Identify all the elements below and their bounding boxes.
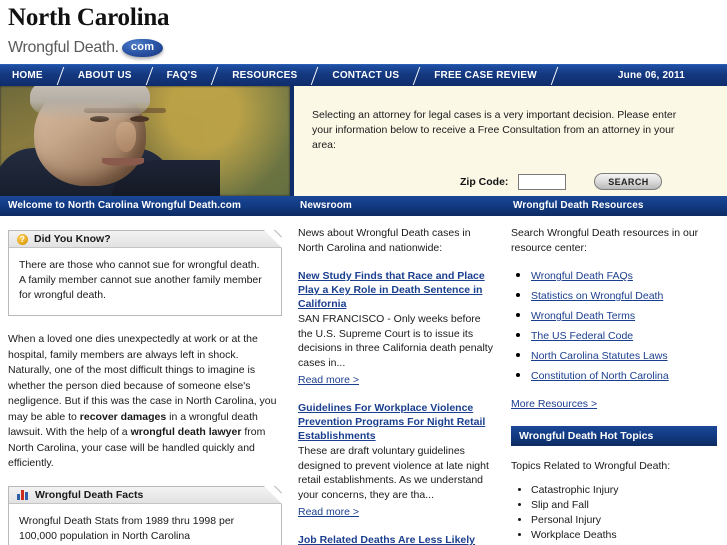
wrongful-death-facts-box: Wrongful Death Facts Wrongful Death Stat…: [8, 485, 282, 545]
consultation-panel: Selecting an attorney for legal cases is…: [290, 86, 727, 196]
section-title-newsroom: Newsroom: [300, 200, 352, 211]
did-you-know-header: ? Did You Know?: [9, 231, 281, 248]
news-title-link[interactable]: Guidelines For Workplace Violence Preven…: [298, 401, 493, 443]
read-more-link[interactable]: Read more >: [298, 374, 359, 386]
nav-separator-icon: [55, 65, 66, 87]
news-item: Job Related Deaths Are Less Likely For W…: [298, 533, 493, 545]
newsroom-intro: News about Wrongful Death cases in North…: [298, 227, 471, 254]
list-item[interactable]: Catastrophic Injury: [531, 484, 717, 496]
news-title-link[interactable]: New Study Finds that Race and Place Play…: [298, 269, 493, 311]
nav-separator-icon: [209, 65, 220, 87]
com-badge: com: [121, 39, 164, 57]
nav-separator-icon: [144, 65, 155, 87]
question-mark-icon: ?: [17, 233, 28, 245]
photo-person-hair: [30, 86, 150, 122]
site-subtitle-text: Wrongful Death.: [8, 39, 119, 56]
consultation-intro: Selecting an attorney for legal cases is…: [312, 109, 677, 151]
did-you-know-box: ? Did You Know? There are those who cann…: [8, 230, 282, 316]
did-you-know-body: There are those who cannot sue for wrong…: [9, 248, 281, 315]
column-left: ? Did You Know? There are those who cann…: [0, 226, 292, 545]
section-title-welcome: Welcome to North Carolina Wrongful Death…: [8, 200, 241, 211]
column-resources: Search Wrongful Death resources in our r…: [505, 226, 727, 545]
nav-separator-icon: [309, 65, 320, 87]
nav-item-resources[interactable]: RESOURCES: [220, 65, 309, 87]
welcome-text-bold-damages: recover damages: [79, 410, 167, 423]
welcome-text-a: When a loved one dies unexpectedly at wo…: [8, 333, 277, 423]
did-you-know-title: Did You Know?: [34, 233, 111, 245]
photo-person-mouth: [102, 158, 144, 166]
facts-box-body: Wrongful Death Stats from 1989 thru 1998…: [19, 514, 235, 542]
folded-corner-icon: [264, 485, 282, 504]
zip-code-input[interactable]: [518, 173, 567, 190]
more-resources-link[interactable]: More Resources >: [511, 398, 597, 410]
hero-section: Selecting an attorney for legal cases is…: [0, 86, 727, 196]
nav-item-faqs[interactable]: FAQ'S: [155, 65, 210, 87]
read-more-link[interactable]: Read more >: [298, 506, 359, 518]
section-title-resources: Wrongful Death Resources: [513, 200, 644, 211]
resource-link-federal-code[interactable]: The US Federal Code: [531, 330, 633, 342]
current-date: June 06, 2011: [617, 70, 685, 81]
facts-box-inner: Wrongful Death Facts Wrongful Death Stat…: [8, 485, 282, 545]
list-item[interactable]: Slip and Fall: [531, 499, 717, 511]
nav-item-home[interactable]: HOME: [0, 65, 55, 87]
section-header-bar: Welcome to North Carolina Wrongful Death…: [0, 196, 727, 216]
news-title-link[interactable]: Job Related Deaths Are Less Likely For W…: [298, 533, 493, 545]
news-item: Guidelines For Workplace Violence Preven…: [298, 401, 493, 520]
zip-search-form: Zip Code: SEARCH: [312, 173, 707, 190]
bar-chart-icon: [17, 489, 29, 500]
resource-links-list: Wrongful Death FAQs Statistics on Wrongf…: [511, 266, 717, 384]
did-you-know-line1: There are those who cannot sue for wrong…: [19, 259, 260, 271]
search-button[interactable]: SEARCH: [594, 173, 663, 190]
resources-intro: Search Wrongful Death resources in our r…: [511, 227, 699, 254]
photo-person-nose: [116, 122, 136, 152]
zip-code-label: Zip Code:: [460, 175, 509, 188]
list-item[interactable]: Personal Injury: [531, 514, 717, 526]
resource-link-constitution[interactable]: Constitution of North Carolina: [531, 370, 669, 382]
list-item: The US Federal Code: [531, 326, 717, 344]
hot-topics-header: Wrongful Death Hot Topics: [511, 426, 717, 446]
hero-photo: [0, 86, 290, 196]
nav-item-about-us[interactable]: ABOUT US: [66, 65, 144, 87]
facts-box-header: Wrongful Death Facts: [9, 486, 281, 504]
news-item: New Study Finds that Race and Place Play…: [298, 269, 493, 388]
did-you-know-line2: A family member cannot sue another famil…: [19, 274, 262, 301]
welcome-paragraph: When a loved one dies unexpectedly at wo…: [8, 332, 282, 472]
hot-topics-intro: Topics Related to Wrongful Death:: [511, 460, 671, 472]
resource-link-statistics[interactable]: Statistics on Wrongful Death: [531, 290, 663, 302]
facts-box-title: Wrongful Death Facts: [35, 488, 144, 501]
list-item: Statistics on Wrongful Death: [531, 286, 717, 304]
main-navigation: HOME ABOUT US FAQ'S RESOURCES CONTACT US…: [0, 64, 727, 86]
news-summary: These are draft voluntary guidelines des…: [298, 445, 489, 501]
did-you-know-inner: ? Did You Know? There are those who cann…: [8, 230, 282, 316]
list-item: Wrongful Death Terms: [531, 306, 717, 324]
welcome-text-bold-lawyer: wrongful death lawyer: [130, 426, 242, 438]
site-subtitle: Wrongful Death. com: [8, 35, 727, 61]
list-item: Wrongful Death FAQs: [531, 266, 717, 284]
list-item: Constitution of North Carolina: [531, 366, 717, 384]
resource-link-terms[interactable]: Wrongful Death Terms: [531, 310, 635, 322]
column-newsroom: News about Wrongful Death cases in North…: [292, 226, 505, 545]
resource-link-statutes[interactable]: North Carolina Statutes Laws: [531, 350, 668, 362]
resource-link-faqs[interactable]: Wrongful Death FAQs: [531, 270, 633, 282]
page-root: North Carolina Wrongful Death. com HOME …: [0, 0, 727, 545]
site-title: North Carolina: [8, 4, 170, 31]
news-summary: SAN FRANCISCO - Only weeks before the U.…: [298, 313, 493, 369]
list-item[interactable]: Workplace Deaths: [531, 529, 717, 541]
hot-topics-list: Catastrophic Injury Slip and Fall Person…: [511, 484, 717, 545]
masthead: North Carolina Wrongful Death. com: [0, 0, 727, 64]
folded-corner-icon: [264, 230, 282, 248]
list-item: North Carolina Statutes Laws: [531, 346, 717, 364]
nav-item-contact-us[interactable]: CONTACT US: [320, 65, 411, 87]
nav-item-free-case-review[interactable]: FREE CASE REVIEW: [422, 65, 549, 87]
nav-separator-icon: [411, 65, 422, 87]
content-columns: ? Did You Know? There are those who cann…: [0, 216, 727, 545]
nav-separator-icon: [549, 65, 560, 87]
